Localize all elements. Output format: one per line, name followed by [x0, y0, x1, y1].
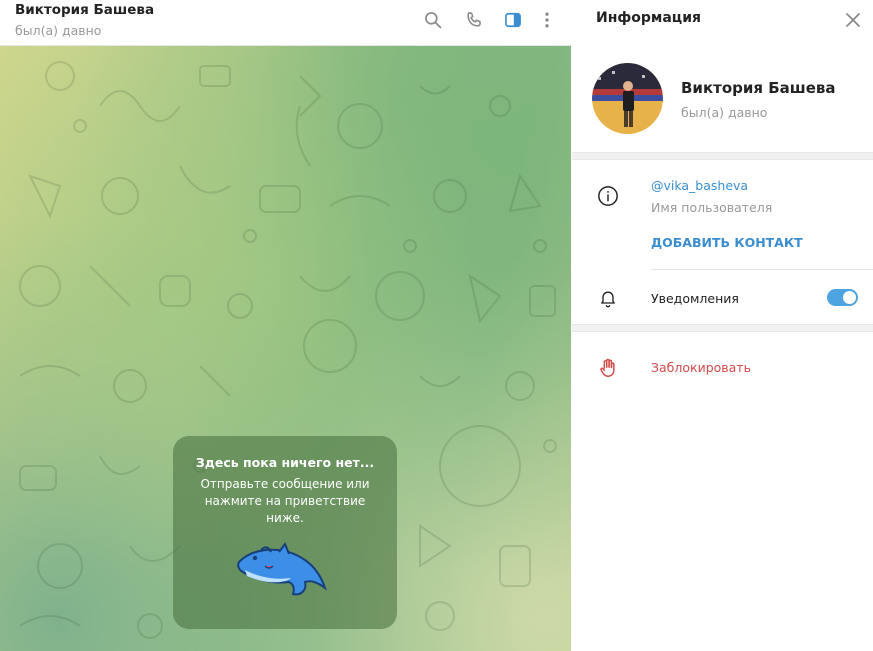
toggle-knob — [843, 291, 856, 304]
peer-name[interactable]: Виктория Башева — [15, 2, 154, 18]
dolphin-sticker[interactable] — [235, 540, 331, 600]
panel-title: Информация — [596, 10, 701, 26]
profile-name: Виктория Башева — [681, 79, 836, 97]
section-divider — [572, 324, 873, 332]
info-panel: Информация Виктория Башева был(а) давно … — [572, 0, 873, 651]
username-caption: Имя пользователя — [651, 200, 773, 215]
sidebar-toggle-icon[interactable] — [501, 8, 525, 32]
profile-status: был(а) давно — [681, 105, 768, 120]
search-icon[interactable] — [421, 8, 445, 32]
username-link[interactable]: @vika_basheva — [651, 178, 748, 193]
peer-status: был(а) давно — [15, 23, 102, 38]
chat-background: Здесь пока ничего нет... Отправьте сообщ… — [0, 46, 571, 651]
avatar[interactable] — [592, 63, 663, 134]
phone-icon[interactable] — [462, 8, 486, 32]
empty-chat-card: Здесь пока ничего нет... Отправьте сообщ… — [173, 436, 397, 629]
add-contact-button[interactable]: ДОБАВИТЬ КОНТАКТ — [651, 235, 803, 250]
chat-header[interactable]: Виктория Башева был(а) давно — [0, 0, 571, 46]
notifications-label: Уведомления — [651, 291, 739, 306]
section-divider — [572, 152, 873, 160]
block-user-button[interactable]: Заблокировать — [651, 360, 751, 375]
empty-chat-text: Отправьте сообщение или нажмите на приве… — [200, 477, 370, 525]
chat-area: Виктория Башева был(а) давно Здесь пока … — [0, 0, 571, 651]
empty-chat-title: Здесь пока ничего нет... — [195, 455, 375, 470]
bell-icon — [596, 286, 620, 310]
hand-stop-icon — [596, 356, 620, 380]
info-icon — [596, 184, 620, 208]
notifications-toggle[interactable] — [827, 289, 858, 306]
close-icon[interactable] — [842, 9, 864, 31]
row-divider — [651, 269, 873, 270]
more-vertical-icon[interactable] — [535, 8, 559, 32]
